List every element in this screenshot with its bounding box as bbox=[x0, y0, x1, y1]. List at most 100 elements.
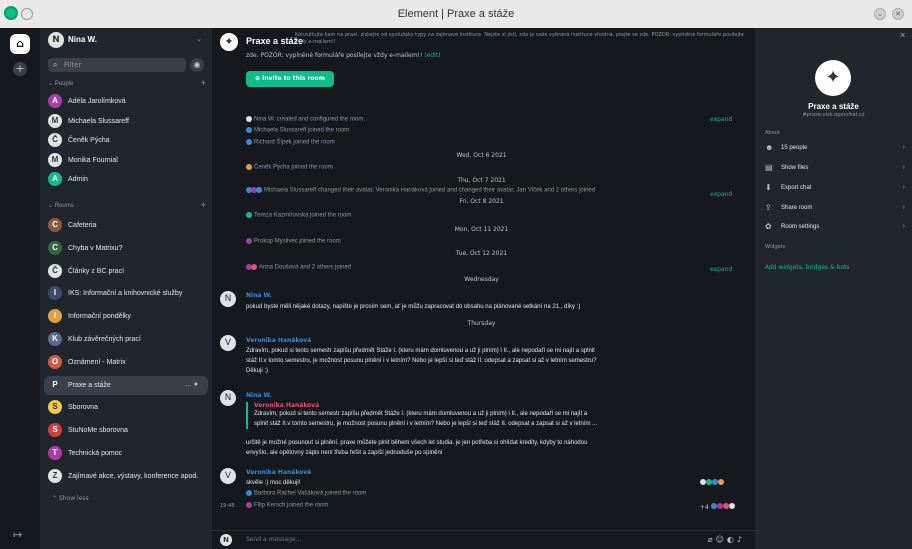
room-item[interactable]: Z Zajímavé akce, výstavy, konference apod… bbox=[40, 467, 212, 486]
avatar[interactable]: V bbox=[220, 335, 236, 351]
date-separator: Tue, Oct 12 2021 bbox=[455, 250, 508, 257]
room-options-icon[interactable]: … ● bbox=[185, 381, 198, 388]
expand-link[interactable]: expand bbox=[710, 191, 732, 198]
expand-space-bar-icon[interactable]: ↦ bbox=[13, 528, 22, 541]
message-line: Děkuji :) bbox=[246, 368, 269, 374]
rooms-section-header[interactable]: ⌄ Rooms + bbox=[48, 200, 206, 210]
room-item[interactable]: C Cafeteria bbox=[40, 216, 212, 235]
add-room-icon[interactable]: + bbox=[201, 200, 206, 210]
window-minimize-button[interactable]: ⌄ bbox=[874, 8, 886, 20]
room-name: IKS: Informační a knihovnické služby bbox=[68, 290, 183, 298]
room-item[interactable]: K Klub závěrečných prací bbox=[40, 330, 212, 349]
add-person-icon[interactable]: + bbox=[201, 78, 206, 88]
message-sender[interactable]: Veronika Hanáková bbox=[246, 337, 311, 344]
composer-actions: ⌀☺◐♪ bbox=[708, 535, 745, 544]
room-filter-input[interactable]: ⌕ Filter bbox=[48, 58, 186, 72]
show-less-button[interactable]: ⌃ Show less bbox=[52, 495, 89, 502]
explore-rooms-icon[interactable]: ◉ bbox=[190, 58, 204, 72]
avatar: P bbox=[48, 377, 62, 392]
room-item[interactable]: Č Články z BC prací bbox=[40, 262, 212, 281]
avatar: S bbox=[48, 423, 62, 438]
timeline-event: Anna Doušová and 2 others joined bbox=[246, 264, 351, 271]
room-name: Klub závěrečných prací bbox=[68, 336, 141, 343]
room-item[interactable]: P Praxe a stáže … ● bbox=[44, 375, 208, 395]
avatar bbox=[256, 187, 262, 193]
room-item[interactable]: O Oznámení - Matrix bbox=[40, 353, 212, 372]
room-settings-button[interactable]: ✿ Room settings › bbox=[765, 221, 905, 235]
read-receipts[interactable] bbox=[700, 479, 724, 487]
avatar[interactable]: N bbox=[220, 291, 236, 307]
sticker-icon[interactable]: ◐ bbox=[727, 535, 737, 544]
timeline-event: Čeněk Pýcha joined the room bbox=[246, 164, 333, 171]
microphone-icon[interactable]: ♪ bbox=[737, 535, 745, 544]
room-avatar[interactable]: ✦ bbox=[220, 33, 238, 51]
room-info-name: Praxe a stáže bbox=[808, 102, 859, 111]
message-sender[interactable]: Veronika Hanáková bbox=[246, 469, 311, 476]
about-heading: About bbox=[765, 130, 780, 136]
room-name: Zajímavé akce, výstavy, konference apod. bbox=[68, 472, 199, 480]
avatar: S bbox=[48, 400, 62, 415]
app-window: Element | Praxe a stáže ⌄ ✕ ⌂ + ↦ N Nina… bbox=[0, 0, 912, 549]
user-name: Nina W. bbox=[68, 35, 97, 44]
message-sender[interactable]: Nina W. bbox=[246, 292, 272, 299]
date-separator: Wednesday bbox=[464, 276, 499, 283]
people-section-label: People bbox=[54, 81, 74, 87]
person-item[interactable]: M Michaela Slussareff bbox=[40, 112, 212, 131]
invite-to-room-button[interactable]: ⊕ Invite to this room bbox=[246, 71, 334, 87]
export-icon: ⬇ bbox=[765, 183, 772, 192]
people-section-header[interactable]: ⌄ People + bbox=[48, 78, 206, 88]
message-line: envyšlo, ale opětovný zápis není třeba ř… bbox=[246, 450, 443, 456]
room-name: Sborovna bbox=[68, 404, 98, 412]
person-item[interactable]: A Adéla Jarolímková bbox=[40, 92, 212, 111]
person-item[interactable]: M Monika Fournial bbox=[40, 151, 212, 170]
message-timestamp: 19:48 bbox=[220, 503, 235, 509]
emoji-icon[interactable]: ☺ bbox=[716, 535, 727, 544]
people-button[interactable]: ☻ 15 people › bbox=[765, 142, 905, 156]
avatar: I bbox=[48, 309, 62, 324]
person-item[interactable]: A Admin bbox=[40, 170, 212, 189]
room-intro-topic-text: zde. POZOR: vyplněné formuláře posílejte… bbox=[246, 52, 425, 59]
date-separator: Wed, Oct 6 2021 bbox=[456, 152, 507, 159]
avatar[interactable]: V bbox=[220, 468, 236, 484]
read-receipts[interactable]: +4 bbox=[700, 503, 735, 511]
room-item[interactable]: I IKS: Informační a knihovnické služby bbox=[40, 284, 212, 303]
share-room-button[interactable]: ⇪ Share room › bbox=[765, 202, 905, 216]
composer-placeholder[interactable]: Send a message... bbox=[246, 536, 301, 543]
room-item[interactable]: C Chyba v Matrixu? bbox=[40, 239, 212, 258]
person-item[interactable]: Č Čeněk Pýcha bbox=[40, 131, 212, 150]
message-composer[interactable]: N Send a message... ⌀☺◐♪ bbox=[212, 530, 755, 549]
timeline-event: Richard Šípek joined the room bbox=[246, 139, 335, 146]
room-item[interactable]: I Informační pondělky bbox=[40, 307, 212, 326]
expand-link[interactable]: expand bbox=[710, 116, 732, 123]
date-separator: Mon, Oct 11 2021 bbox=[454, 226, 509, 233]
avatar: O bbox=[48, 354, 62, 369]
add-space-icon[interactable]: + bbox=[13, 62, 27, 76]
room-info-panel: ▮◂✆◎♪● ✕ ✦ Praxe a stáže #praxe:uisk.ope… bbox=[755, 28, 912, 549]
close-icon[interactable]: ✕ bbox=[899, 31, 906, 40]
window-close-button[interactable]: ✕ bbox=[892, 8, 904, 20]
avatar bbox=[246, 164, 252, 170]
reply-quote[interactable]: Veronika Hanáková Zdravím, pokud si tent… bbox=[246, 402, 696, 429]
message-sender[interactable]: Nina W. bbox=[246, 392, 272, 399]
window-title: Element | Praxe a stáže bbox=[397, 8, 515, 20]
room-topic[interactable]: Konzultujte kam na praxi, získejte od sp… bbox=[295, 32, 750, 46]
home-icon[interactable]: ⌂ bbox=[10, 34, 30, 54]
user-menu[interactable]: N Nina W. ⌄ bbox=[40, 28, 212, 52]
avatar: Č bbox=[48, 263, 62, 278]
room-item[interactable]: T Technická pomoc bbox=[40, 444, 212, 463]
export-chat-button[interactable]: ⬇ Export chat › bbox=[765, 182, 905, 196]
timeline-event: Michaela Slussareff changed their avatar… bbox=[246, 187, 595, 194]
files-button[interactable]: ▤ Show files › bbox=[765, 162, 905, 176]
edit-topic-link[interactable]: (edit) bbox=[424, 52, 440, 59]
add-widgets-link[interactable]: Add widgets, bridges & bots bbox=[765, 264, 850, 271]
room-item[interactable]: S Sborovna bbox=[40, 398, 212, 417]
avatar[interactable]: N bbox=[220, 390, 236, 406]
share-icon: ⇪ bbox=[765, 203, 772, 212]
room-item[interactable]: S StuNoMe sborovna bbox=[40, 421, 212, 440]
attachment-icon[interactable]: ⌀ bbox=[708, 535, 716, 544]
avatar bbox=[251, 264, 257, 270]
files-label: Show files bbox=[781, 165, 809, 171]
expand-link[interactable]: expand bbox=[710, 266, 732, 273]
receipts-count: +4 bbox=[700, 504, 709, 511]
avatar bbox=[246, 116, 252, 122]
